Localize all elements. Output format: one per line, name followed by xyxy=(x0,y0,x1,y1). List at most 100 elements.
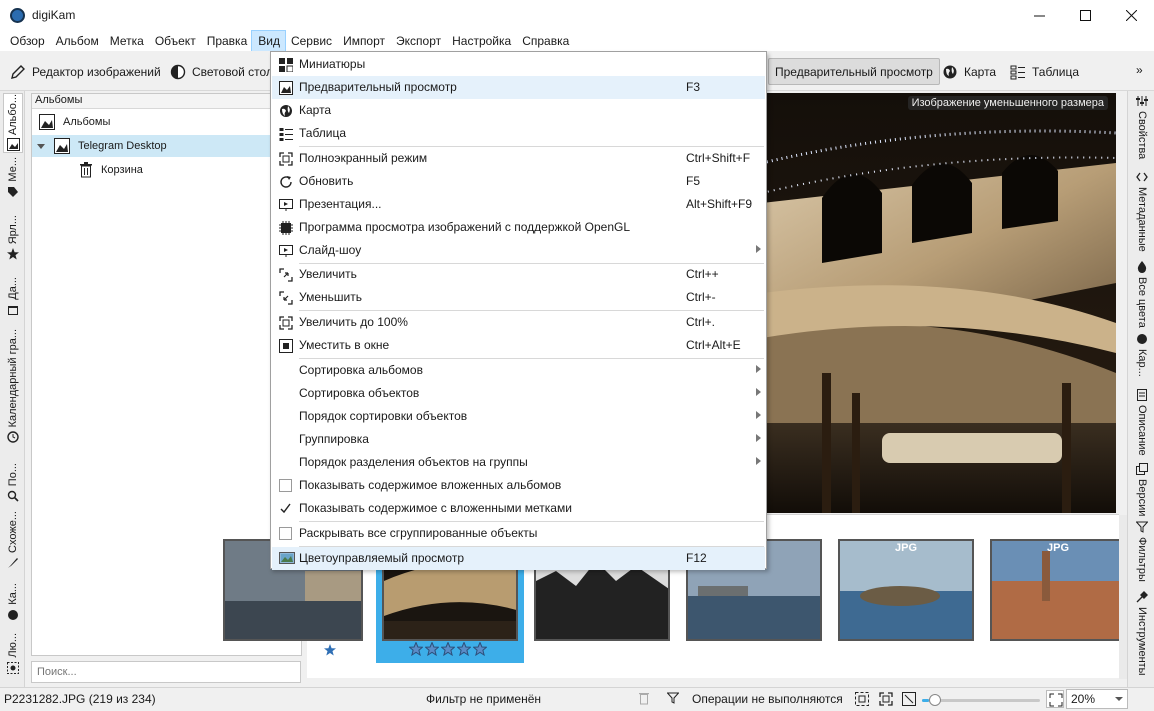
menu-help[interactable]: Справка xyxy=(516,31,574,51)
menu-item-zoom-in[interactable]: Увеличить Ctrl++ xyxy=(272,263,765,286)
menu-item-show-subalbums[interactable]: Показывать содержимое вложенных альбомов xyxy=(272,474,765,497)
opengl-icon xyxy=(279,221,293,235)
tab-dates-label: Да... xyxy=(7,277,19,300)
tab-labels[interactable]: Ме... xyxy=(3,157,23,209)
menu-item-zoom-100[interactable]: Увеличить до 100% Ctrl+. xyxy=(272,311,765,334)
menu-item-opengl-viewer[interactable]: Программа просмотра изображений с поддер… xyxy=(272,216,765,239)
table-button[interactable]: Таблица xyxy=(1004,58,1085,85)
image-preview[interactable]: Изображение уменьшенного размера xyxy=(762,93,1116,513)
menu-browse[interactable]: Обзор xyxy=(4,31,50,51)
globe-icon xyxy=(279,104,293,118)
menu-item-expand-groups[interactable]: Раскрывать все сгруппированные объекты xyxy=(272,522,765,545)
trash-icon[interactable] xyxy=(638,691,650,705)
menu-view[interactable]: Вид xyxy=(251,30,286,52)
tab-similarity[interactable]: Схоже... xyxy=(3,511,23,575)
checkbox-unchecked[interactable] xyxy=(279,479,292,492)
status-filter: Фильтр не применён xyxy=(426,692,542,706)
menu-item-map[interactable]: Карта xyxy=(272,99,765,122)
rating-star-icon[interactable] xyxy=(409,642,423,656)
left-sidebar-tabs: Альбо... Ме... Ярл... Да... Календарный … xyxy=(0,91,25,687)
zoom-slider-handle[interactable] xyxy=(929,694,941,706)
filter-icon[interactable] xyxy=(667,692,679,704)
tab-search[interactable]: По... xyxy=(3,463,23,505)
menu-item-slideshow[interactable]: Слайд-шоу xyxy=(272,239,765,262)
tab-colors[interactable]: Все цвета xyxy=(1132,261,1152,329)
tab-versions[interactable]: Версии xyxy=(1132,463,1152,517)
tab-colors-label: Все цвета xyxy=(1136,277,1148,328)
menu-item-fit-window[interactable]: Уместить в окне Ctrl+Alt+E xyxy=(272,334,765,357)
toolbar-overflow-button[interactable]: » xyxy=(1136,63,1143,77)
album-search-input[interactable] xyxy=(31,661,301,683)
rating-star-icon[interactable] xyxy=(441,642,455,656)
rating-star-icon[interactable] xyxy=(425,642,439,656)
menu-album[interactable]: Альбом xyxy=(50,31,104,51)
rating-star-icon[interactable] xyxy=(473,642,487,656)
checkbox-unchecked[interactable] xyxy=(279,527,292,540)
tab-timeline[interactable]: Календарный гра... xyxy=(3,329,23,455)
menu-item-grouping[interactable]: Группировка xyxy=(272,428,765,451)
menu-tools[interactable]: Сервис xyxy=(285,31,337,51)
menu-item-preview[interactable]: Предварительный просмотр F3 xyxy=(272,76,765,99)
map-button[interactable]: Карта xyxy=(936,58,1002,85)
menu-item-thumbnails[interactable]: Миниатюры xyxy=(272,53,765,76)
zoom-fit-button[interactable] xyxy=(1046,690,1064,708)
menu-item-fullscreen[interactable]: Полноэкранный режим Ctrl+Shift+F xyxy=(272,147,765,170)
tab-map-right[interactable]: Кар... xyxy=(1132,333,1152,383)
menu-tag[interactable]: Метка xyxy=(104,31,149,51)
close-button[interactable] xyxy=(1108,0,1154,31)
minimize-button[interactable] xyxy=(1016,0,1062,31)
menu-settings[interactable]: Настройка xyxy=(446,31,516,51)
menu-item-table[interactable]: Таблица xyxy=(272,122,765,145)
tab-description[interactable]: Описание xyxy=(1132,389,1152,459)
tab-people[interactable]: Лю... xyxy=(3,633,23,683)
chevron-down-icon xyxy=(1115,696,1123,702)
tab-map[interactable]: Ка... xyxy=(3,583,23,627)
close-icon xyxy=(1125,10,1137,21)
zoom-slider[interactable] xyxy=(922,694,1042,706)
tree-item-albums-root[interactable]: Альбомы xyxy=(32,111,301,133)
zoom-100-icon xyxy=(279,316,293,330)
light-table-button[interactable]: Световой стол xyxy=(164,58,279,85)
menu-item-group-order[interactable]: Порядок разделения объектов на группы xyxy=(272,451,765,474)
thumbnail-item[interactable]: JPG xyxy=(838,539,974,641)
image-editor-button[interactable]: Редактор изображений xyxy=(4,58,167,85)
menu-item-label: Увеличить xyxy=(299,267,357,281)
collapse-arrow-icon[interactable] xyxy=(37,142,45,150)
tab-metadata[interactable]: Метаданные xyxy=(1132,171,1152,257)
checkmark-icon[interactable] xyxy=(279,502,292,515)
menu-item-presentation[interactable]: Презентация... Alt+Shift+F9 xyxy=(272,193,765,216)
tab-properties[interactable]: Свойства xyxy=(1132,95,1152,165)
menu-item-label: Карта xyxy=(299,103,332,117)
fullscreen-icon[interactable] xyxy=(879,692,893,706)
menu-item-sort-order[interactable]: Порядок сортировки объектов xyxy=(272,405,765,428)
preview-button[interactable]: Предварительный просмотр xyxy=(768,58,940,85)
menu-item-show-subtags[interactable]: Показывать содержимое с вложенными метка… xyxy=(272,497,765,520)
menu-import[interactable]: Импорт xyxy=(337,31,390,51)
thumbnails-icon xyxy=(279,58,293,72)
tab-filters[interactable]: Фильтры xyxy=(1132,521,1152,585)
zoom-100-icon[interactable] xyxy=(855,692,869,706)
zoom-combobox[interactable]: 20% xyxy=(1066,689,1128,709)
thumbnail-item[interactable]: JPG xyxy=(990,539,1126,641)
tab-dates[interactable]: Да... xyxy=(3,277,23,325)
tree-item-telegram-desktop[interactable]: Telegram Desktop xyxy=(32,135,301,157)
rating-stars[interactable] xyxy=(409,642,487,656)
menu-export[interactable]: Экспорт xyxy=(390,31,446,51)
title-bar: digiKam xyxy=(0,0,1154,31)
maximize-button[interactable] xyxy=(1062,0,1108,31)
menu-item-color-managed[interactable]: Цветоуправляемый просмотр F12 xyxy=(272,547,765,570)
rating-star-icon[interactable] xyxy=(457,642,471,656)
menu-edit[interactable]: Правка xyxy=(201,31,253,51)
menu-item-sort-albums[interactable]: Сортировка альбомов xyxy=(272,359,765,382)
tab-tags[interactable]: Ярл... xyxy=(3,215,23,271)
menu-item-refresh[interactable]: Обновить F5 xyxy=(272,170,765,193)
menu-item[interactable]: Объект xyxy=(149,31,201,51)
menu-item-sort-items[interactable]: Сортировка объектов xyxy=(272,382,765,405)
fit-window-icon[interactable] xyxy=(902,692,916,706)
tab-albums[interactable]: Альбо... xyxy=(3,93,23,153)
menu-item-zoom-out[interactable]: Уменьшить Ctrl+- xyxy=(272,286,765,309)
tab-tools[interactable]: Инструменты xyxy=(1132,591,1152,683)
tree-item-trash[interactable]: Корзина xyxy=(32,159,301,181)
preview-icon xyxy=(279,81,293,95)
digikam-logo-icon xyxy=(10,8,25,23)
